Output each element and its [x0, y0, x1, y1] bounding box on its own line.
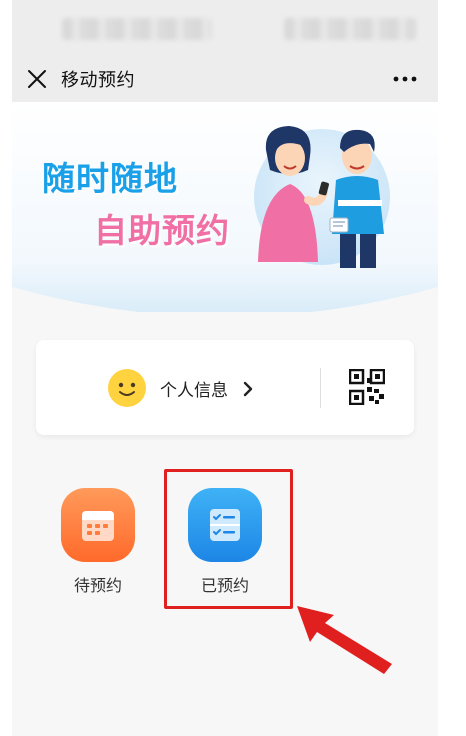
banner-slogan-line2: 自助预约: [94, 211, 230, 250]
promo-banner: 随时随地 自助预约: [12, 102, 438, 312]
phone-screen: 移动预约 随时随地 自助预约 个人信息 待预约 已预约: [12, 0, 438, 736]
personal-info-card: 个人信息: [36, 340, 414, 435]
calendar-icon[interactable]: [61, 488, 135, 562]
chevron-right-icon[interactable]: [242, 380, 254, 398]
blurred-status-left: [62, 18, 212, 40]
card-divider: [320, 368, 321, 408]
nav-bar: 移动预约: [12, 56, 438, 102]
pending-appointment-label: 待预约: [73, 576, 122, 595]
status-bar: [12, 0, 438, 56]
highlight-box: [164, 469, 293, 609]
page-title: 移动预约: [61, 70, 135, 91]
smiley-icon: [108, 369, 146, 407]
couple-illustration: [258, 126, 384, 268]
personal-info-link[interactable]: 个人信息: [160, 376, 228, 401]
close-icon[interactable]: [26, 68, 48, 90]
pending-appointment-tile[interactable]: 待预约: [50, 488, 146, 596]
qr-code-icon[interactable]: [349, 369, 385, 405]
blurred-status-right: [284, 18, 416, 40]
more-icon[interactable]: [392, 69, 418, 89]
banner-slogan-line1: 随时随地: [42, 159, 178, 198]
